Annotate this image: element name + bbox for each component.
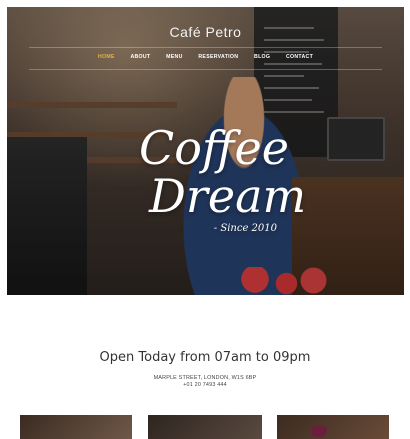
hero-title-line1: Coffee <box>139 121 289 175</box>
gallery-image-2[interactable] <box>148 415 262 439</box>
nav-reservation[interactable]: RESERVATION <box>198 54 238 60</box>
phone-text: +01 20 7493 444 <box>183 382 227 388</box>
nav-about[interactable]: ABOUT <box>130 54 150 60</box>
address-text: MARPLE STREET, LONDON, W1S 6BP <box>153 375 257 381</box>
contact-info: MARPLE STREET, LONDON, W1S 6BP +01 20 74… <box>0 375 410 389</box>
nav-divider-bottom <box>29 69 382 70</box>
nav-home[interactable]: HOME <box>98 54 115 60</box>
berries <box>311 425 327 437</box>
gallery-image-1[interactable] <box>20 415 132 439</box>
main-nav: HOME ABOUT MENU RESERVATION BLOG CONTACT <box>7 54 404 60</box>
hero-banner: Café Petro HOME ABOUT MENU RESERVATION B… <box>7 7 404 295</box>
nav-contact[interactable]: CONTACT <box>286 54 313 60</box>
hero-title: Coffee Dream - Since 2010 <box>139 121 307 234</box>
nav-menu[interactable]: MENU <box>166 54 182 60</box>
brand-logo[interactable]: Café Petro <box>7 24 404 40</box>
gallery-image-3[interactable] <box>277 415 389 439</box>
nav-blog[interactable]: BLOG <box>254 54 270 60</box>
hero-since: - Since 2010 <box>213 223 277 234</box>
nav-divider-top <box>29 47 382 48</box>
opening-hours: Open Today from 07am to 09pm <box>99 350 311 365</box>
hero-title-line2: Dream <box>149 169 307 223</box>
